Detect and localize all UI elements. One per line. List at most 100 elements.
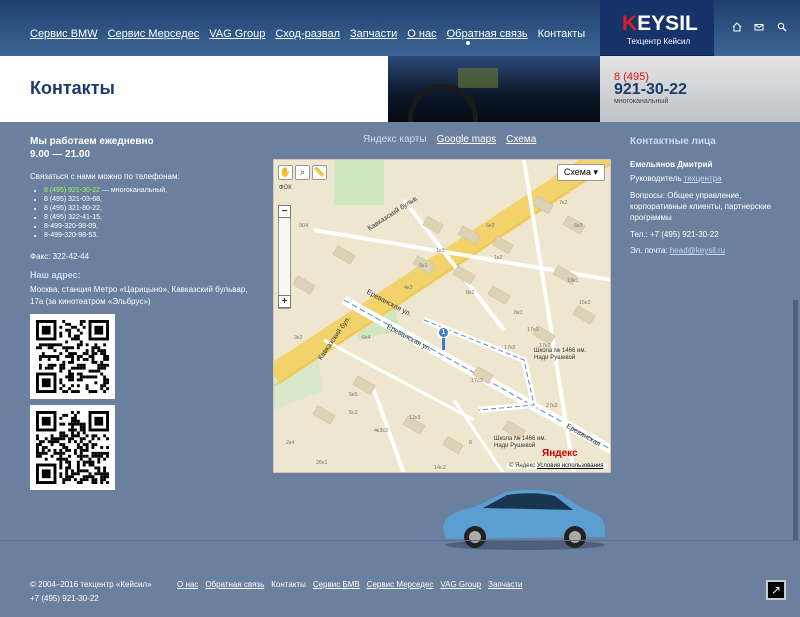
page-header: Контакты 8 (495) 921-30-22 многоканальны… <box>0 56 800 122</box>
building-label: 26к1 <box>316 460 328 466</box>
zoom-in-button[interactable]: + <box>278 295 291 308</box>
address-title: Наш адрес: <box>30 270 81 280</box>
footer-link-about[interactable]: О нас <box>177 580 198 589</box>
building-label: 12к3 <box>409 415 421 421</box>
map-type-selector[interactable]: Схема ▾ <box>556 164 605 181</box>
list-item: 8 (495) 322-41-15, <box>44 213 260 222</box>
magnifier-tool-icon[interactable]: ⌕ <box>295 165 310 180</box>
header-phone: 8 (495) 921-30-22 многоканальный <box>600 56 800 122</box>
footer-link-contacts[interactable]: Контакты <box>271 580 306 589</box>
building-label: 1к2 <box>494 255 503 261</box>
role-link[interactable]: техцентра <box>684 174 722 183</box>
nav-item-parts[interactable]: Запчасти <box>350 28 397 40</box>
terms-link[interactable]: Условия использования <box>537 463 604 469</box>
building-label: 17к1 <box>539 343 551 349</box>
qr-code <box>30 314 115 399</box>
footer-copyright: © 2004–2016 техцентр «Кейсил» <box>30 580 152 589</box>
footer-nav: О нас Обратная связь Контакты Сервис БМВ… <box>177 580 530 589</box>
map-label: ФОК <box>279 185 292 191</box>
nav-item-mercedes[interactable]: Сервис Мерседес <box>108 28 200 40</box>
phone-list: 8 (495) 921-30-22 — многоканальный, 8 (4… <box>44 186 260 240</box>
scrollbar[interactable] <box>793 300 798 540</box>
footer-link-vag[interactable]: VAG Group <box>440 580 481 589</box>
footer-phone: +7 (495) 921-30-22 <box>30 594 99 603</box>
building-label: 2к4 <box>286 440 295 446</box>
ruler-tool-icon[interactable]: 📏 <box>312 165 327 180</box>
qr-code <box>30 405 115 490</box>
building-label: 27к2 <box>546 403 558 409</box>
building-label: 8к2 <box>466 290 475 296</box>
mail-icon[interactable] <box>752 22 766 36</box>
yandex-logo: Яндекс <box>542 448 578 459</box>
logo-subtitle: Техцентр Кейсил <box>627 37 691 46</box>
building-label: 4к3с2 <box>374 428 389 434</box>
map-toolbar: ✋ ⌕ 📏 <box>278 165 327 180</box>
building-label: 6к3 <box>574 223 583 229</box>
building-label: 14с2 <box>434 465 446 471</box>
contact-name: Емельянов Дмитрий <box>630 160 713 169</box>
tab-yandex-maps[interactable]: Яндекс карты <box>363 134 427 145</box>
building-label: 8к3 <box>514 310 523 316</box>
contact-role: Руководитель техцентра <box>630 174 722 183</box>
hours-time: 9.00 — 21.00 <box>30 149 91 160</box>
location-marker-pin <box>442 338 445 350</box>
building-label: 15к2 <box>579 300 591 306</box>
map-tabs: Яндекс карты Google maps Схема <box>363 134 536 145</box>
scroll-to-top-icon[interactable]: ↗ <box>766 580 786 600</box>
building-label: 4к3 <box>404 285 413 291</box>
contact-phone: Тел.: +7 (495) 921-30-22 <box>630 230 719 239</box>
nav-item-vag[interactable]: VAG Group <box>209 28 265 40</box>
zoom-slider[interactable]: − + <box>278 205 291 309</box>
building-label: 5к1 <box>419 263 428 269</box>
hours-title: Мы работаем ежедневно <box>30 136 154 147</box>
map-background <box>274 160 610 472</box>
building-label: 5к5 <box>349 392 358 398</box>
footer-divider <box>0 540 800 541</box>
footer-link-bmw[interactable]: Сервис БМВ <box>313 580 360 589</box>
building-label: 17к3 <box>527 327 539 333</box>
main-nav: Сервис BMW Сервис Мерседес VAG Group Схо… <box>30 28 595 40</box>
list-item: 8 (495) 321-03-68, <box>44 195 260 204</box>
left-column: Мы работаем ежедневно 9.00 — 21.00 Связа… <box>30 136 260 490</box>
car-image <box>443 489 605 550</box>
list-item: 8-499-320-98-09, <box>44 222 260 231</box>
fax: Факс: 322-42-44 <box>30 252 90 261</box>
building-label: 6к4 <box>362 335 371 341</box>
email-link[interactable]: head@keysil.ru <box>670 246 725 255</box>
map[interactable]: ✋ ⌕ 📏 ФОК − + Схема ▾ Кавказский бул. Ка… <box>273 159 611 473</box>
building-label: 7к2 <box>559 200 568 206</box>
building-label: 19к1 <box>567 278 579 284</box>
footer-link-mercedes[interactable]: Сервис Мерседес <box>367 580 434 589</box>
address-text: Москва, станция Метро «Царицыно», Кавказ… <box>30 285 248 306</box>
search-icon[interactable] <box>775 22 789 36</box>
poi-label: Школа № 1466 им. Нади Рушевой <box>534 348 587 361</box>
top-navigation-bar: Сервис BMW Сервис Мерседес VAG Group Схо… <box>0 0 800 56</box>
footer-link-feedback[interactable]: Обратная связь <box>205 580 264 589</box>
zoom-out-button[interactable]: − <box>278 205 291 218</box>
hand-tool-icon[interactable]: ✋ <box>278 165 293 180</box>
building-label: 8 <box>469 440 473 446</box>
contact-intro: Связаться с нами можно по телефонам: <box>30 172 180 181</box>
nav-item-about[interactable]: О нас <box>407 28 436 40</box>
building-label: 904 <box>299 223 309 229</box>
nav-item-contacts[interactable]: Контакты <box>538 28 586 40</box>
contacts-title: Контактные лица <box>630 136 716 147</box>
building-label: 6к2 <box>486 223 495 229</box>
footer-link-parts[interactable]: Запчасти <box>488 580 522 589</box>
logo-text: KEYSIL <box>622 12 698 35</box>
nav-item-feedback[interactable]: Обратная связь <box>447 28 528 40</box>
tab-google-maps[interactable]: Google maps <box>437 134 496 145</box>
home-icon[interactable] <box>730 22 744 36</box>
building-label: 5с2 <box>349 410 358 416</box>
page-title: Контакты <box>30 78 115 98</box>
building-label: 17к2 <box>504 345 516 351</box>
tab-scheme[interactable]: Схема <box>506 134 536 145</box>
right-column: Контактные лица Емельянов Дмитрий Руково… <box>630 136 795 256</box>
nav-item-bmw[interactable]: Сервис BMW <box>30 28 98 40</box>
nav-current-indicator <box>466 41 470 45</box>
nav-item-alignment[interactable]: Сход-развал <box>275 28 340 40</box>
list-item: 8-499-320-98-53. <box>44 231 260 240</box>
building-label: 1к3 <box>436 248 445 254</box>
logo[interactable]: KEYSIL Техцентр Кейсил <box>600 0 714 56</box>
list-item: 8 (495) 921-30-22 — многоканальный, <box>44 186 260 195</box>
